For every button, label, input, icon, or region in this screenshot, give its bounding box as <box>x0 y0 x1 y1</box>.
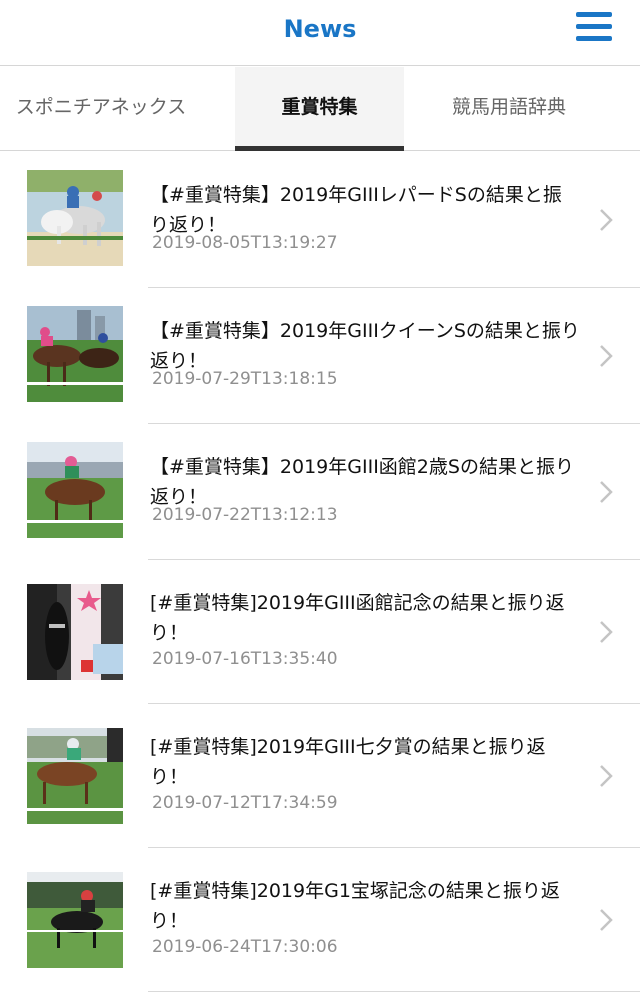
article-title: 【#重賞特集】2019年GIIIクイーンSの結果と振り返り！ <box>150 320 580 372</box>
list-item[interactable]: [#重賞特集]2019年G1宝塚記念の結果と振り返り！ 2019-06-24T1… <box>0 848 640 992</box>
menu-bar <box>576 36 612 41</box>
menu-bar <box>576 24 612 29</box>
article-date: 2019-06-24T17:30:06 <box>152 937 338 957</box>
article-thumbnail <box>27 872 123 968</box>
article-thumbnail <box>27 306 123 402</box>
article-thumbnail <box>27 584 123 680</box>
tab-jusho-tokushu[interactable]: 重賞特集 <box>235 67 404 151</box>
hamburger-menu-icon[interactable] <box>574 12 614 44</box>
list-item[interactable]: 【#重賞特集】2019年GIII函館2歳Sの結果と振り返り！ 2019-07-2… <box>0 424 640 560</box>
list-item[interactable]: [#重賞特集]2019年GIII函館記念の結果と振り返り！ 2019-07-16… <box>0 560 640 704</box>
chevron-right-icon <box>600 765 613 787</box>
article-date: 2019-07-29T13:18:15 <box>152 369 338 389</box>
chevron-right-icon <box>600 481 613 503</box>
chevron-right-icon <box>600 209 613 231</box>
article-date: 2019-07-16T13:35:40 <box>152 649 338 669</box>
article-title: 【#重賞特集】2019年GIIIレパードSの結果と振り返り！ <box>150 184 562 236</box>
article-title: 【#重賞特集】2019年GIII函館2歳Sの結果と振り返り！ <box>150 456 574 508</box>
chevron-right-icon <box>600 909 613 931</box>
list-item[interactable]: [#重賞特集]2019年GIII七夕賞の結果と振り返り！ 2019-07-12T… <box>0 704 640 848</box>
row-divider <box>148 991 640 992</box>
article-date: 2019-08-05T13:19:27 <box>152 233 338 253</box>
article-thumbnail <box>27 170 123 266</box>
category-tabs: スポニチアネックス 重賞特集 競馬用語辞典 <box>0 67 640 151</box>
page-title: News <box>283 15 357 43</box>
article-title: [#重賞特集]2019年G1宝塚記念の結果と振り返り！ <box>150 880 560 932</box>
article-thumbnail <box>27 442 123 538</box>
article-title: [#重賞特集]2019年GIII七夕賞の結果と振り返り！ <box>150 736 546 788</box>
app-header: News <box>0 0 640 66</box>
chevron-right-icon <box>600 345 613 367</box>
tab-sponichi-annex[interactable]: スポニチアネックス <box>0 67 202 151</box>
tab-keiba-glossary[interactable]: 競馬用語辞典 <box>404 67 614 151</box>
menu-bar <box>576 12 612 17</box>
article-title: [#重賞特集]2019年GIII函館記念の結果と振り返り！ <box>150 592 565 644</box>
article-date: 2019-07-12T17:34:59 <box>152 793 338 813</box>
list-item[interactable]: 【#重賞特集】2019年GIIIクイーンSの結果と振り返り！ 2019-07-2… <box>0 288 640 424</box>
article-date: 2019-07-22T13:12:13 <box>152 505 338 525</box>
list-item[interactable]: 【#重賞特集】2019年GIIIレパードSの結果と振り返り！ 2019-08-0… <box>0 152 640 288</box>
article-thumbnail <box>27 728 123 824</box>
chevron-right-icon <box>600 621 613 643</box>
